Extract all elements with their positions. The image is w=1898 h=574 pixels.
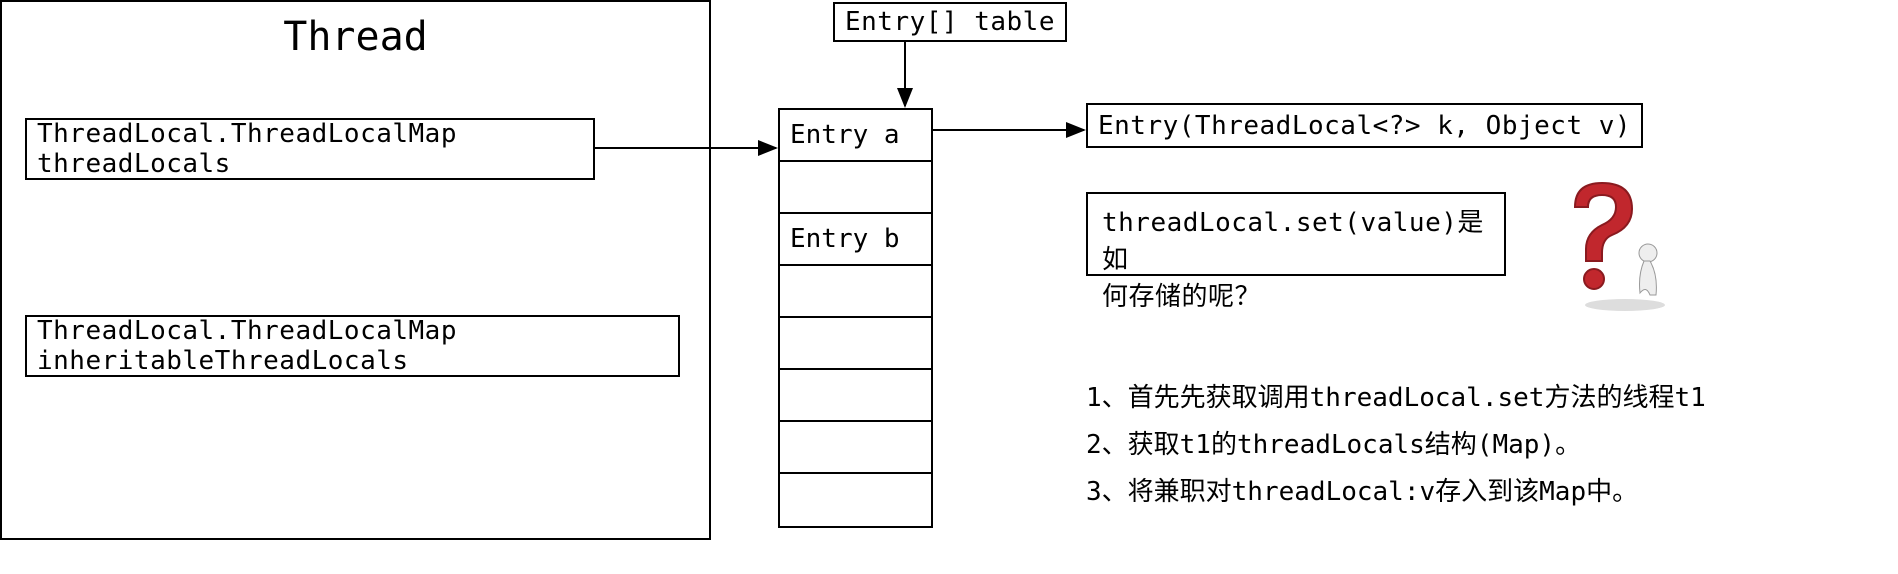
question-box: threadLocal.set(value)是如 何存储的呢？ xyxy=(1086,192,1506,276)
entry-cell xyxy=(780,422,931,474)
question-line2: 何存储的呢？ xyxy=(1102,276,1490,313)
entry-cell xyxy=(780,370,931,422)
field-inheritable-threadlocals: ThreadLocal.ThreadLocalMap inheritableTh… xyxy=(25,315,680,377)
entry-cell xyxy=(780,318,931,370)
entry-constructor: Entry(ThreadLocal<?> k, Object v) xyxy=(1086,103,1643,148)
entry-cell xyxy=(780,266,931,318)
entry-cell: Entry b xyxy=(780,214,931,266)
entry-table-label: Entry[] table xyxy=(833,2,1067,42)
entry-cell: Entry a xyxy=(780,110,931,162)
field-threadlocals: ThreadLocal.ThreadLocalMap threadLocals xyxy=(25,118,595,180)
entry-cell xyxy=(780,474,931,526)
steps-list: 1、首先先获取调用threadLocal.set方法的线程t1 2、获取t1的t… xyxy=(1086,375,1706,515)
step-2: 2、获取t1的threadLocals结构(Map)。 xyxy=(1086,422,1706,469)
entry-cell xyxy=(780,162,931,214)
entry-table: Entry a Entry b xyxy=(778,108,933,528)
question-line1: threadLocal.set(value)是如 xyxy=(1102,202,1490,276)
step-1: 1、首先先获取调用threadLocal.set方法的线程t1 xyxy=(1086,375,1706,422)
thread-title: Thread xyxy=(2,14,709,60)
question-mark-icon xyxy=(1540,175,1680,315)
thread-container: Thread xyxy=(0,0,711,540)
step-3: 3、将兼职对threadLocal:v存入到该Map中。 xyxy=(1086,469,1706,516)
